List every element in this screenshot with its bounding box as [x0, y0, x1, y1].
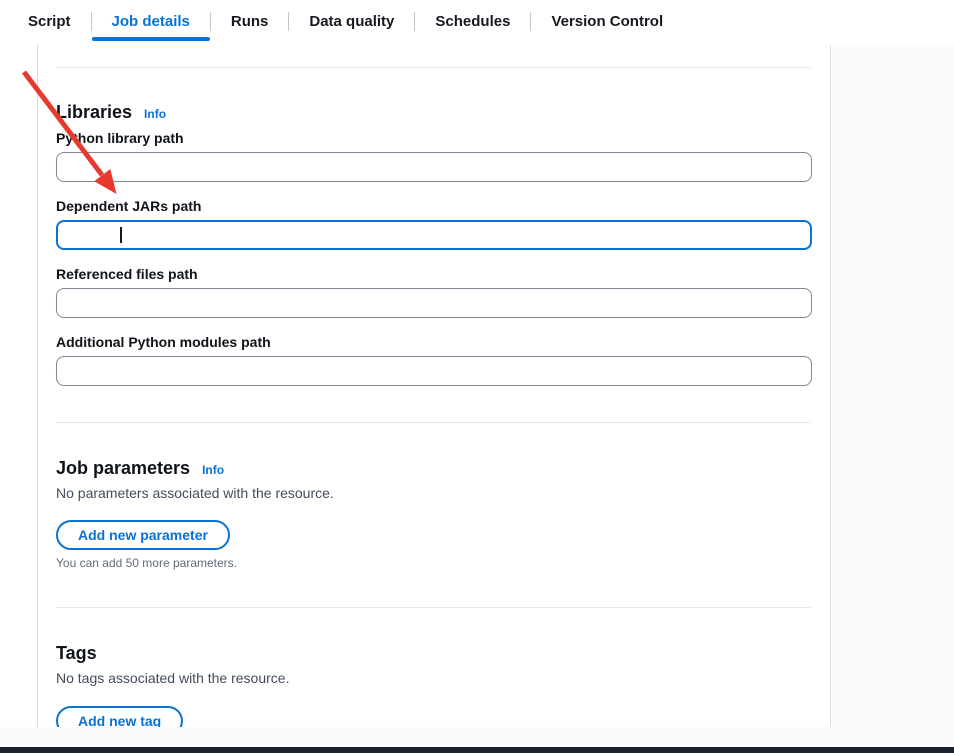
tags-empty-text: No tags associated with the resource. [56, 671, 811, 686]
tab-script[interactable]: Script [8, 0, 91, 43]
job-parameters-title: Job parameters [56, 458, 190, 478]
job-details-panel: Libraries Info Python library path Depen… [37, 45, 831, 727]
tab-label: Script [28, 13, 71, 30]
tab-label: Runs [231, 13, 269, 30]
job-parameters-empty-text: No parameters associated with the resour… [56, 486, 811, 501]
python-library-path-label: Python library path [56, 131, 811, 146]
right-gutter [832, 45, 954, 727]
add-new-parameter-button[interactable]: Add new parameter [56, 520, 230, 550]
text-cursor [120, 227, 122, 243]
libraries-section: Libraries Info Python library path Depen… [56, 102, 811, 386]
libraries-title: Libraries [56, 102, 132, 122]
tab-label: Version Control [551, 13, 663, 30]
tab-label: Data quality [309, 13, 394, 30]
python-library-path-input[interactable] [56, 152, 812, 182]
tab-label: Job details [112, 13, 190, 30]
section-divider [56, 607, 811, 608]
referenced-files-path-input[interactable] [56, 288, 812, 318]
tab-data-quality[interactable]: Data quality [289, 0, 414, 43]
tab-schedules[interactable]: Schedules [415, 0, 530, 43]
job-tab-bar: Script Job details Runs Data quality Sch… [0, 0, 954, 43]
footer-strip [0, 727, 954, 747]
additional-python-modules-path-input[interactable] [56, 356, 812, 386]
tab-job-details[interactable]: Job details [92, 0, 210, 43]
tags-section: Tags No tags associated with the resourc… [56, 643, 811, 736]
dependent-jars-path-input[interactable] [56, 220, 812, 250]
section-divider [56, 422, 811, 423]
tab-version-control[interactable]: Version Control [531, 0, 683, 43]
referenced-files-path-label: Referenced files path [56, 267, 811, 282]
job-parameters-section: Job parameters Info No parameters associ… [56, 458, 811, 570]
console-footer-bar [0, 747, 954, 753]
tab-label: Schedules [435, 13, 510, 30]
job-parameters-hint-text: You can add 50 more parameters. [56, 557, 811, 570]
section-divider [56, 67, 811, 68]
additional-python-modules-path-label: Additional Python modules path [56, 335, 811, 350]
tab-runs[interactable]: Runs [211, 0, 289, 43]
libraries-info-link[interactable]: Info [144, 107, 166, 121]
tags-title: Tags [56, 643, 97, 663]
job-parameters-info-link[interactable]: Info [202, 463, 224, 477]
dependent-jars-path-label: Dependent JARs path [56, 199, 811, 214]
